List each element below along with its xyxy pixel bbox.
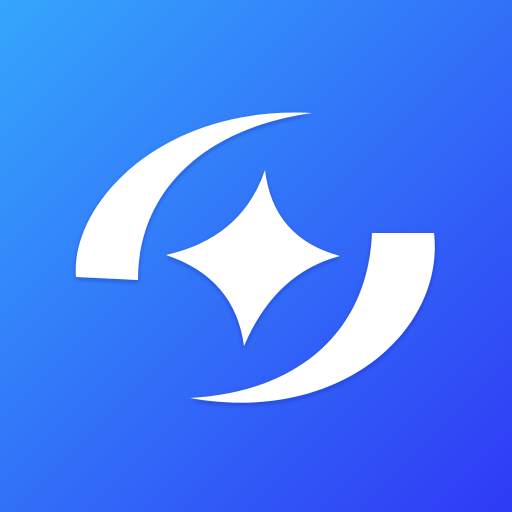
app-icon[interactable] <box>0 0 512 512</box>
app-icon-graphic <box>0 0 512 512</box>
